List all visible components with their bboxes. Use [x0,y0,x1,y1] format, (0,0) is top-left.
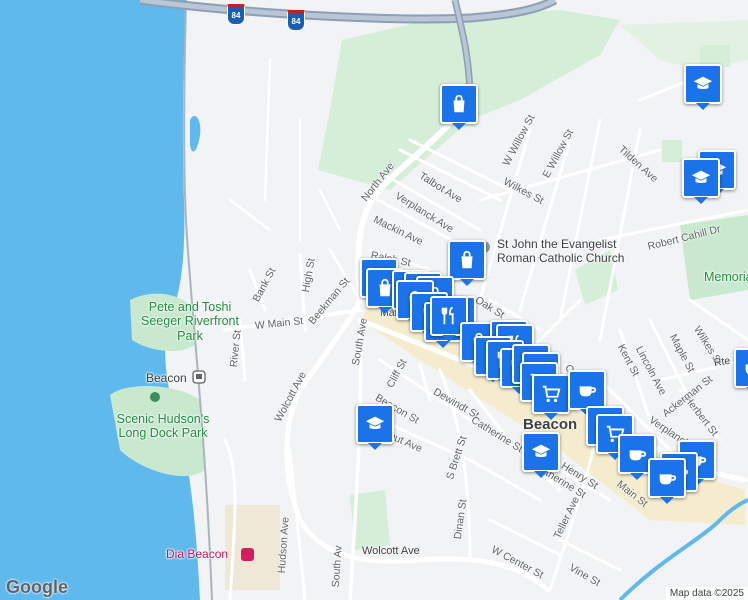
school-pin-icon[interactable] [684,64,722,104]
google-logo: Google [6,577,68,597]
pond [190,115,201,152]
school-pin-icon[interactable] [522,432,560,472]
street-label: South Av [329,545,345,588]
riverfront-park-label: Pete and Toshi Seeger Riverfront Park [141,300,239,343]
shopping-pin-icon[interactable] [440,84,478,124]
dia-marker-icon [241,548,254,561]
green-patch [662,140,682,162]
cafe-pin-icon[interactable] [568,370,606,410]
cafe-pin-icon[interactable] [648,458,686,498]
i84-shield-icon: 84 [287,10,305,31]
dia-label: Dia Beacon [166,547,229,561]
shopping-pin-icon[interactable] [448,240,486,280]
grocery-pin-icon[interactable] [532,374,570,414]
i84-shield-icon: 84 [227,4,245,25]
school-pin-icon[interactable] [356,404,394,444]
station-label: Beacon [146,371,187,385]
dock-park-label: Scenic Hudson's Long Dock Park [116,412,210,441]
cafe-pin-icon[interactable] [734,348,748,388]
street-label: Wolcott Ave [362,545,420,557]
map-attribution[interactable]: Map data ©2025 [665,587,748,600]
school-pin-icon[interactable] [682,158,720,198]
memorial-label: Memoria [704,270,748,284]
church-label: St John the Evangelist Roman Catholic Ch… [497,237,625,265]
park-dot-icon [150,392,160,402]
map-canvas[interactable]: 84 84 Pete and Toshi Seeger Riverfront P… [0,0,748,600]
street-label: Rte [713,354,731,369]
train-station-icon [192,370,206,384]
